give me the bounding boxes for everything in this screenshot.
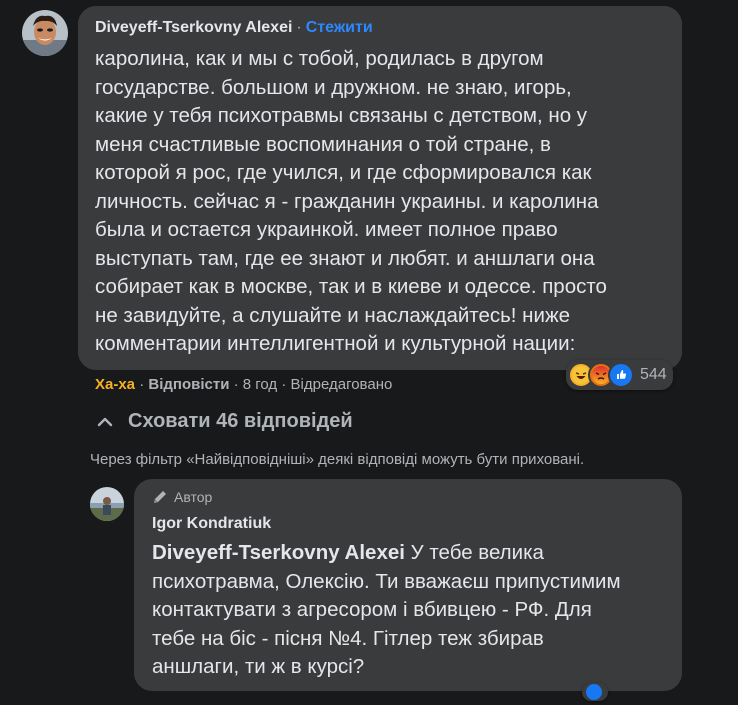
reply-reaction-summary[interactable] (582, 683, 608, 701)
reply-link[interactable]: Відповісти (148, 376, 229, 393)
pencil-icon (154, 491, 166, 503)
haha-reaction-link[interactable]: Ха-ха (95, 376, 135, 393)
reaction-count: 544 (640, 366, 667, 383)
reply-bubble: Автор Igor Kondratiuk Diveyeff-Tserkovny… (134, 479, 682, 691)
author-badge: Автор (152, 489, 212, 505)
comment-author-avatar[interactable] (22, 10, 68, 56)
actions-separator: · (281, 376, 291, 393)
chevron-up-icon (97, 417, 113, 426)
like-emoji-icon (608, 362, 634, 388)
edited-label: Відредаговано (290, 376, 393, 393)
reply-author-name[interactable]: Igor Kondratiuk (152, 515, 271, 533)
comment-text: каролина, как и мы с тобой, родилась в д… (95, 47, 607, 355)
reply-author-avatar[interactable] (90, 487, 124, 521)
reply-mention[interactable]: Diveyeff-Tserkovny Alexei (152, 541, 405, 564)
hide-replies-button[interactable]: Сховати 46 відповідей (96, 410, 353, 433)
comment-author-name[interactable]: Diveyeff-Tserkovny Alexei (95, 19, 292, 37)
actions-separator: · (233, 376, 243, 393)
like-emoji-icon (586, 684, 602, 700)
author-badge-label: Автор (174, 489, 213, 505)
filter-note: Через фільтр «Найвідповідніші» деякі від… (90, 451, 585, 468)
reaction-summary[interactable]: 544 (566, 360, 673, 390)
follow-button[interactable]: Стежити (306, 19, 373, 37)
header-separator: · (296, 19, 302, 36)
comment-bubble: Diveyeff-Tserkovny Alexei · Стежити каро… (78, 6, 682, 370)
timestamp[interactable]: 8 год (243, 376, 277, 393)
hide-replies-label: Сховати 46 відповідей (128, 410, 353, 432)
comment-actions: Ха-ха · Відповісти · 8 год · Відредагова… (95, 376, 392, 393)
reply-text: Diveyeff-Tserkovny Alexei У тебе велика … (152, 539, 677, 682)
actions-separator: · (139, 376, 149, 393)
